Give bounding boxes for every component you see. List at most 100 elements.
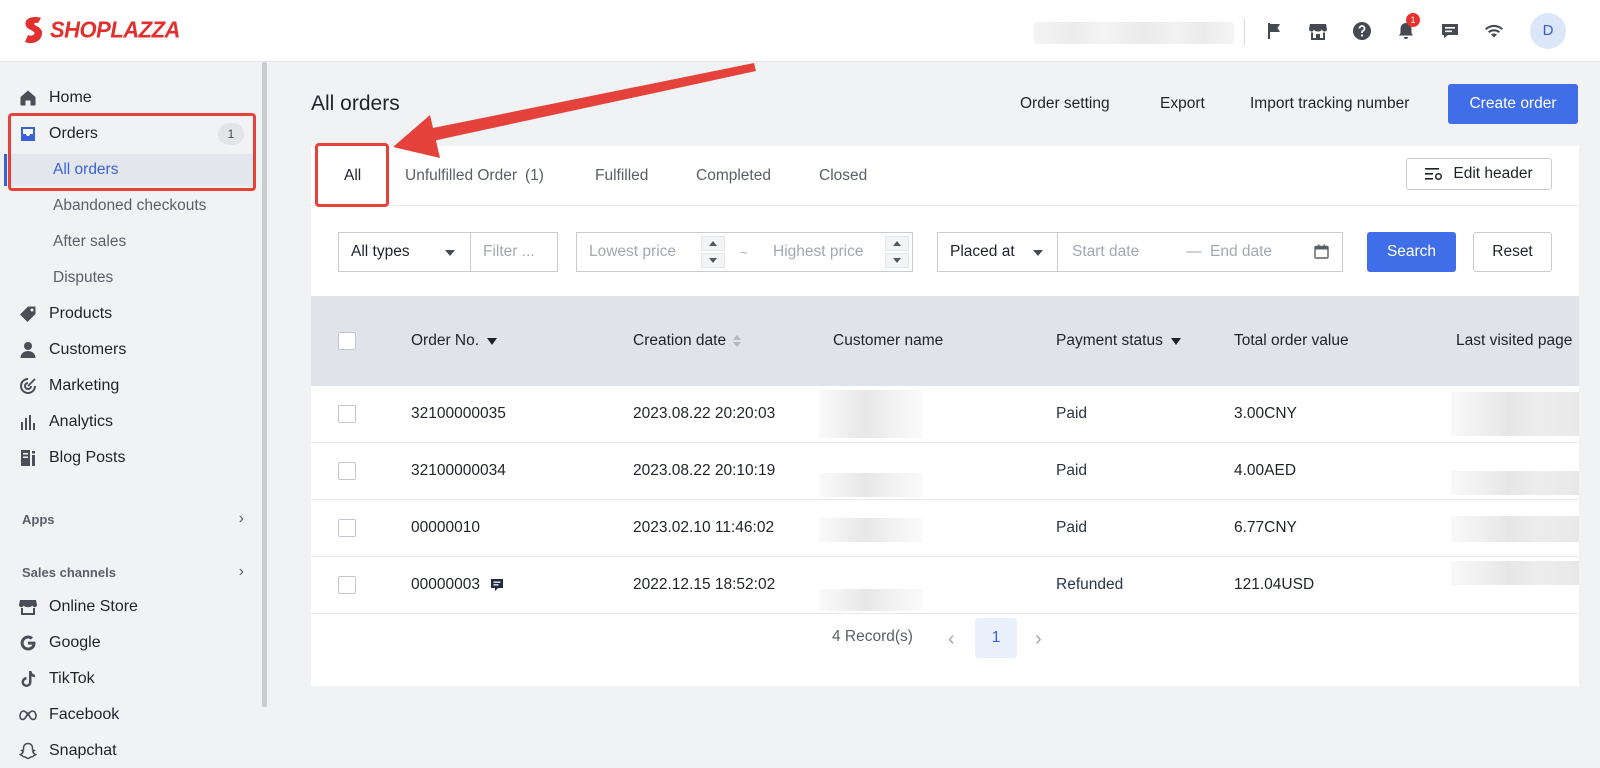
filter-caret-icon[interactable] [1170,337,1181,345]
sidebar-subitem-after-sales[interactable]: After sales [53,226,126,258]
start-date-input[interactable]: Start date [1072,243,1139,261]
column-label: Last visited page [1456,332,1573,349]
sort-icon[interactable] [733,335,742,347]
wifi-icon[interactable] [1482,19,1506,43]
row-checkbox[interactable] [338,462,356,480]
total-order-value: 121.04USD [1234,576,1315,593]
reset-button[interactable]: Reset [1473,232,1552,272]
table-row[interactable]: 00000003 2022.12.15 18:52:02 Refunded 12… [311,557,1579,614]
tab-fulfilled[interactable]: Fulfilled [595,146,648,206]
highest-price-stepper[interactable] [885,236,909,268]
sidebar-item-label: Customers [49,341,127,358]
page-1-button[interactable]: 1 [975,618,1017,658]
sidebar-item-tiktok[interactable]: TikTok [18,663,244,695]
order-no-link[interactable]: 00000010 [411,500,480,556]
import-tracking-button[interactable]: Import tracking number [1250,95,1409,113]
sidebar-item-snapchat[interactable]: Snapchat [18,735,244,767]
edit-header-button[interactable]: Edit header [1406,158,1552,190]
bar-chart-icon [18,412,38,432]
note-icon[interactable] [490,578,504,592]
sidebar-item-facebook[interactable]: Facebook [18,699,244,731]
order-setting-button[interactable]: Order setting [1020,95,1110,113]
chevron-right-icon: › [238,510,244,527]
sidebar-item-marketing[interactable]: Marketing [18,370,244,402]
notification-badge: 1 [1406,13,1420,27]
sidebar-subitem-disputes[interactable]: Disputes [53,262,113,294]
sidebar-item-analytics[interactable]: Analytics [18,406,244,438]
tab-closed[interactable]: Closed [819,146,867,206]
date-range-picker[interactable]: Start date — End date [1057,232,1343,272]
google-icon [18,633,38,653]
tab-completed[interactable]: Completed [696,146,771,206]
flag-icon[interactable] [1262,19,1286,43]
search-button[interactable]: Search [1367,232,1456,272]
record-count: 4 Record(s) [832,628,913,645]
sort-desc-icon[interactable] [487,337,498,345]
column-creation-date[interactable]: Creation date [633,296,742,386]
order-no-link[interactable]: 00000003 [411,576,480,594]
shoplazza-logo[interactable]: SHOPLAZZA [22,16,180,44]
increment-icon[interactable] [885,236,909,251]
person-icon [18,340,38,360]
creation-date: 2023.02.10 11:46:02 [633,519,775,536]
date-type-select[interactable]: Placed at [937,232,1058,272]
payment-status: Paid [1056,405,1088,422]
filter-input[interactable]: Filter ... [470,232,558,272]
select-all-checkbox[interactable] [338,332,356,350]
column-last-visited-page: Last visited page [1456,296,1572,386]
highest-price-input[interactable]: Highest price [773,243,863,261]
order-no-link[interactable]: 32100000034 [411,443,506,499]
sidebar-item-label: Home [49,89,92,106]
avatar[interactable]: D [1530,13,1566,49]
payment-status: Refunded [1056,576,1124,593]
store-name-blurred[interactable] [1034,22,1234,44]
tab-unfulfilled[interactable]: Unfulfilled Order (1) [405,146,544,206]
sidebar-item-online-store[interactable]: Online Store [18,591,244,623]
chat-icon[interactable] [1438,19,1462,43]
lowest-price-stepper[interactable] [701,236,725,268]
lowest-price-input[interactable]: Lowest price [589,243,676,261]
annotation-highlight-all-tab [315,143,389,207]
sidebar-item-products[interactable]: Products [18,298,244,330]
end-date-input[interactable]: End date [1210,243,1272,261]
filter-placeholder: Filter ... [483,243,535,260]
help-icon[interactable] [1350,19,1374,43]
table-row[interactable]: 00000010 2023.02.10 11:46:02 Paid 6.77CN… [311,500,1579,557]
decrement-icon[interactable] [885,253,909,268]
sidebar-item-blog-posts[interactable]: Blog Posts [18,442,244,474]
decrement-icon[interactable] [701,253,725,268]
date-type-value: Placed at [950,243,1015,260]
logo-text: SHOPLAZZA [50,16,180,43]
sidebar-item-customers[interactable]: Customers [18,334,244,366]
customer-name-blurred [819,518,923,542]
table-row[interactable]: 32100000034 2023.08.22 20:10:19 Paid 4.0… [311,443,1579,500]
sidebar-item-label: Google [49,634,101,651]
store-icon[interactable] [1306,19,1330,43]
sidebar-section-apps[interactable]: Apps › [22,510,244,528]
bell-icon[interactable]: 1 [1394,13,1420,43]
column-total-order-value: Total order value [1234,296,1349,386]
order-type-value: All types [351,243,410,260]
prev-page-icon[interactable]: ‹ [948,628,955,651]
sidebar-item-home[interactable]: Home [18,82,244,114]
total-order-value: 3.00CNY [1234,405,1297,422]
row-checkbox[interactable] [338,519,356,537]
row-checkbox[interactable] [338,405,356,423]
column-payment-status[interactable]: Payment status [1056,296,1181,386]
sidebar-section-sales-channels[interactable]: Sales channels › [22,563,244,581]
meta-icon [18,705,38,725]
column-order-no[interactable]: Order No. [411,296,498,386]
increment-icon[interactable] [701,236,725,251]
row-checkbox[interactable] [338,576,356,594]
column-customer-name: Customer name [833,296,943,386]
export-button[interactable]: Export [1160,95,1205,113]
order-type-select[interactable]: All types [338,232,471,272]
table-row[interactable]: 32100000035 2023.08.22 20:20:03 Paid 3.0… [311,386,1579,443]
next-page-icon[interactable]: › [1035,628,1042,651]
sidebar-item-google[interactable]: Google [18,627,244,659]
sidebar-subitem-abandoned-checkouts[interactable]: Abandoned checkouts [53,190,206,222]
table-header: Order No. Creation date Customer name Pa… [311,296,1579,386]
create-order-button[interactable]: Create order [1448,84,1578,124]
order-no-link[interactable]: 32100000035 [411,386,506,442]
sidebar-scrollbar[interactable] [262,62,267,707]
